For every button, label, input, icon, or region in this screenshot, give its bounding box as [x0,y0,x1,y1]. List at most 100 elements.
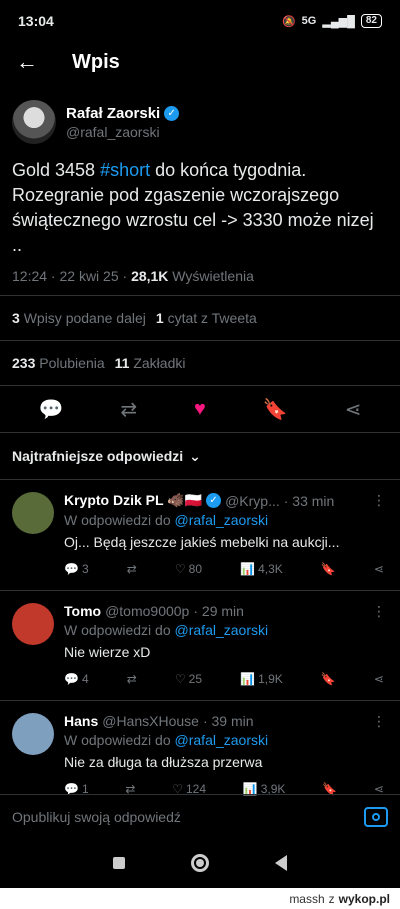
quotes-stat[interactable]: 1 cytat z Tweeta [156,310,257,326]
home-button[interactable] [191,854,209,872]
bookmarks-count: 11 [114,355,130,371]
list-item[interactable]: Hans @HansXHouse · 39 min ⋮ W odpowiedzi… [0,701,400,798]
android-nav-bar [0,838,400,888]
reply-to-mention[interactable]: @rafal_zaorski [175,732,269,748]
watermark: massh z wykop.pl [0,888,400,909]
reply-to-mention[interactable]: @rafal_zaorski [175,622,269,638]
reply-to-mention[interactable]: @rafal_zaorski [175,512,269,528]
like-count: 80 [188,562,203,576]
post-text: Gold 3458 #short do końca tygodnia. Roze… [0,144,400,258]
camera-icon[interactable] [364,806,388,827]
post-views-count: 28,1K [131,268,169,284]
signal-icon: ▂▄▆█ [322,15,355,28]
reply-time: · 33 min [283,492,335,509]
bookmarks-label: Zakładki [133,355,186,371]
compose-reply-bar: Opublikuj swoją odpowiedź [0,794,400,838]
reposts-count: 3 [12,310,20,326]
post-text-start: Gold 3458 [12,160,101,180]
share-icon[interactable]: ⋖ [345,397,362,422]
reply-text: Nie wierze xD [64,644,151,660]
quotes-label: cytat z Tweeta [167,310,257,326]
quotes-count: 1 [155,310,164,326]
post-author[interactable]: Rafał Zaorski ✓ @rafal_zaorski [0,82,400,144]
page-title: Wpis [72,50,120,73]
repost-icon[interactable]: ⇄ [120,397,137,422]
verified-badge-icon: ✓ [164,105,180,121]
reply-actions: 💬 3 ⇄ ♡ 80 📊 4,3K 🔖 ⋖ [64,560,388,578]
avatar[interactable] [12,603,54,645]
reply-to-prefix: W odpowiedzi do [64,622,175,638]
reply-author-name: Tomo [64,603,102,619]
like-button[interactable]: ♡ 25 [175,672,202,686]
chevron-down-icon: ⌄ [189,447,201,464]
reply-input[interactable]: Opublikuj swoją odpowiedź [12,809,364,825]
post-actions: 💬 ⇄ ♥ 🔖 ⋖ [0,386,400,432]
more-options-icon[interactable]: ⋮ [372,713,386,730]
reply-actions: 💬 4 ⇄ ♡ 25 📊 1,9K 🔖 ⋖ [64,670,388,688]
author-name: Rafał Zaorski [66,104,161,122]
comment-button[interactable]: 💬 4 [64,672,89,686]
reply-time: · 29 min [193,603,244,619]
reply-author-handle: @Kryp... [225,492,280,509]
list-item[interactable]: Tomo @tomo9000p · 29 min ⋮ W odpowiedzi … [0,591,400,701]
reply-to-line: W odpowiedzi do @rafal_zaorski [64,732,388,748]
like-button[interactable]: ♡ 80 [175,562,202,576]
repost-icon: ⇄ [126,562,137,576]
battery-icon: 82 [360,14,382,28]
status-bar: 13:04 🔕 5G ▂▄▆█ 82 [0,0,400,42]
reposts-label: Wpisy podane dalej [23,310,146,326]
like-heart-icon[interactable]: ♥ [194,398,206,421]
reply-icon[interactable]: 💬 [38,397,63,422]
watermark-site: wykop.pl [338,891,390,906]
avatar[interactable] [12,100,56,144]
reply-to-prefix: W odpowiedzi do [64,512,175,528]
post-meta: 12:24 · 22 kwi 25 · 28,1K Wyświetlenia [0,258,400,295]
reposts-stat[interactable]: 3 Wpisy podane dalej [12,310,146,326]
repost-stats: 3 Wpisy podane dalej 1 cytat z Tweeta [0,296,400,340]
likes-count: 233 [12,355,36,371]
more-options-icon[interactable]: ⋮ [372,603,386,620]
hashtag-link[interactable]: #short [100,160,150,180]
likes-label: Polubienia [39,355,105,371]
repost-button[interactable]: ⇄ [127,562,137,576]
mute-icon: 🔕 [281,15,296,28]
heart-icon: ♡ [174,562,186,576]
signal-type-label: 5G [301,15,317,27]
more-options-icon[interactable]: ⋮ [372,492,386,509]
recents-button[interactable] [113,857,125,869]
watermark-prefix: z [328,891,335,906]
bookmark-icon[interactable]: 🔖 [321,672,336,686]
heart-icon: ♡ [174,672,186,686]
views-button[interactable]: 📊 4,3K [240,562,283,576]
bookmarks-stat[interactable]: 11 Zakładki [115,355,186,371]
replies-sort-dropdown[interactable]: Najtrafniejsze odpowiedzi ⌄ [0,433,400,479]
avatar[interactable] [12,713,54,755]
list-item[interactable]: Krypto Dzik PL 🐗🇵🇱 ✓ @Kryp... · 33 min ⋮… [0,480,400,591]
likes-stat[interactable]: 233 Polubienia [12,355,105,371]
reply-to-prefix: W odpowiedzi do [64,732,175,748]
avatar[interactable] [12,492,54,534]
views-icon: 📊 [240,562,256,576]
replies-list: Krypto Dzik PL 🐗🇵🇱 ✓ @Kryp... · 33 min ⋮… [0,480,400,798]
like-count: 25 [188,672,203,686]
verified-badge-icon: ✓ [206,493,222,508]
views-count: 4,3K [258,562,283,576]
post-timestamp: 12:24 · 22 kwi 25 · [12,268,132,284]
nav-back-button[interactable] [275,855,287,871]
share-icon[interactable]: ⋖ [374,672,384,686]
share-icon[interactable]: ⋖ [374,562,384,576]
sort-label: Najtrafniejsze odpowiedzi [12,448,184,464]
post-views-label: Wyświetlenia [168,268,254,284]
reply-author-name: Hans [64,713,99,729]
comment-count: 3 [81,562,89,576]
reply-to-line: W odpowiedzi do @rafal_zaorski [64,622,388,638]
author-handle: @rafal_zaorski [66,123,160,140]
reply-to-line: W odpowiedzi do @rafal_zaorski [64,512,388,528]
bookmark-icon[interactable]: 🔖 [263,397,288,422]
repost-button[interactable]: ⇄ [127,672,137,686]
views-button[interactable]: 📊 1,9K [240,672,283,686]
comment-button[interactable]: 💬 3 [64,562,89,576]
back-arrow-icon[interactable]: ← [16,49,46,75]
reply-text: Oj... Będą jeszcze jakieś mebelki na auk… [64,534,340,550]
bookmark-icon[interactable]: 🔖 [321,562,336,576]
